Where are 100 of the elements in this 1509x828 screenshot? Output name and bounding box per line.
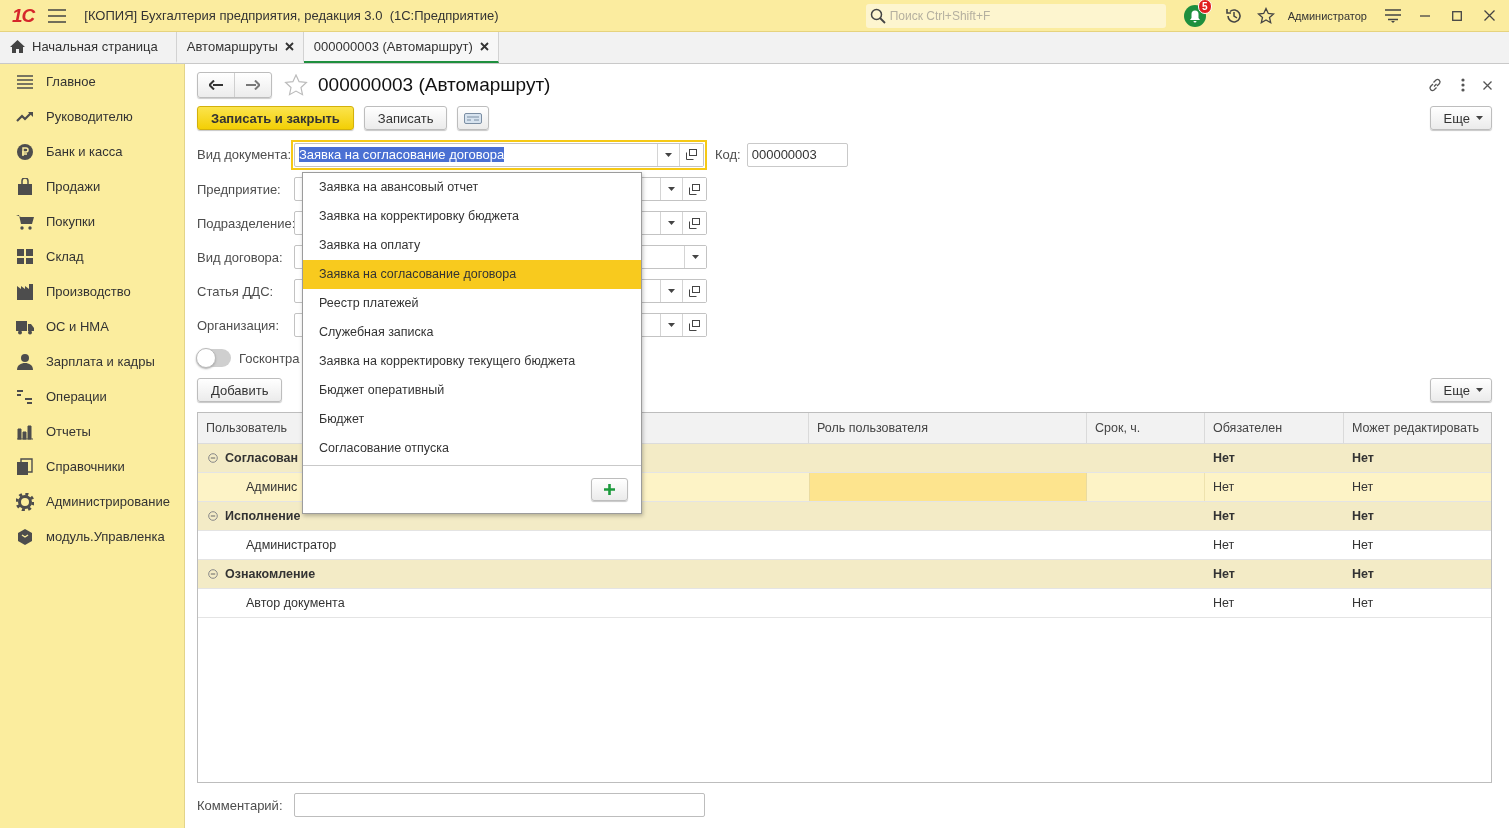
tab-label: 000000003 (Автомаршрут)	[313, 39, 473, 54]
column-header[interactable]: Пользователь	[206, 421, 288, 435]
logo: 1С	[12, 4, 35, 27]
sidebar-item[interactable]: Производство	[46, 284, 131, 299]
table-cell-text: Нет	[1351, 508, 1375, 525]
collapse-icon[interactable]	[208, 569, 218, 579]
bell-icon[interactable]	[1183, 4, 1206, 27]
caret-icon	[692, 255, 699, 259]
open-button[interactable]	[682, 280, 706, 302]
back-arrow-icon[interactable]	[209, 80, 223, 90]
table-cell-text: Нет	[1212, 595, 1236, 612]
dropdown-button[interactable]	[684, 246, 706, 268]
list-item[interactable]: Служебная записка	[303, 317, 641, 347]
coin-icon	[16, 142, 34, 161]
sidebar-item[interactable]: Отчеты	[46, 424, 91, 439]
selected-cell[interactable]	[809, 473, 1087, 501]
sidebar-item[interactable]: Банк и касса	[46, 144, 123, 159]
bag-icon	[16, 177, 34, 196]
tab[interactable]: 000000003 (Автомаршрут)	[303, 32, 499, 63]
column-header[interactable]: Срок, ч.	[1095, 421, 1141, 435]
open-button[interactable]	[679, 143, 703, 166]
close-icon[interactable]	[284, 42, 294, 51]
close-icon[interactable]	[479, 42, 489, 51]
list-item[interactable]: Заявка на согласование договора	[303, 259, 641, 289]
list-item[interactable]: Заявка на оплату	[303, 230, 641, 260]
plus-icon	[604, 483, 615, 495]
close-icon	[1483, 10, 1495, 21]
table-cell-text: Нет	[1212, 537, 1236, 554]
collapse-icon[interactable]	[208, 453, 218, 463]
sidebar-item[interactable]: Склад	[46, 249, 84, 264]
input-field[interactable]: Заявка на согласование договора	[294, 142, 704, 167]
card-button[interactable]	[457, 106, 490, 130]
field-label: Подразделение:	[197, 215, 294, 231]
list-item[interactable]: Бюджет оперативный	[303, 375, 641, 405]
more-button[interactable]: Еще	[1429, 378, 1492, 402]
window-title: [КОПИЯ] Бухгалтерия предприятия, редакция 3.0 (1С:Предприятие)	[84, 8, 499, 23]
bar-chart-icon	[16, 422, 34, 441]
more-icon[interactable]	[1461, 78, 1465, 92]
group-row[interactable]: Ознакомление Нет Нет	[198, 560, 1491, 589]
tab[interactable]: Автомаршруты	[176, 32, 304, 63]
input-field[interactable]: 000000003	[746, 142, 848, 167]
field-label: Вид документа:	[197, 147, 293, 162]
history-icon	[1224, 6, 1243, 25]
sidebar-item[interactable]: Главное	[46, 74, 96, 89]
table-cell-text: Нет	[1351, 566, 1375, 583]
collapse-icon[interactable]	[208, 511, 218, 521]
save-button[interactable]: Записать	[363, 106, 448, 130]
table-cell-text: Нет	[1212, 566, 1236, 583]
menu-icon	[16, 72, 34, 91]
link-icon[interactable]	[1427, 77, 1443, 93]
factory-icon	[16, 282, 34, 301]
toggle-switch[interactable]	[197, 349, 231, 367]
open-icon	[689, 217, 700, 229]
add-button[interactable]	[591, 477, 628, 501]
sidebar-item[interactable]: Операции	[46, 389, 107, 404]
list-item[interactable]: Заявка на авансовый отчет	[303, 172, 641, 202]
sidebar-item[interactable]: ОС и НМА	[46, 319, 109, 334]
minimize-icon	[1420, 14, 1430, 17]
field-label: Код:	[715, 147, 741, 162]
gear-icon	[16, 492, 34, 511]
column-header[interactable]: Обязателен	[1213, 421, 1283, 435]
close-icon[interactable]	[1483, 80, 1492, 90]
open-button[interactable]	[682, 314, 706, 336]
more-button[interactable]: Еще	[1429, 106, 1492, 130]
forward-arrow-icon[interactable]	[246, 80, 260, 90]
sidebar-item[interactable]: Зарплата и кадры	[46, 354, 155, 369]
table-row[interactable]: Автор документа Нет Нет	[198, 589, 1491, 618]
sidebar-item[interactable]: Руководителю	[46, 109, 133, 124]
open-button[interactable]	[682, 178, 706, 200]
field-value: Заявка на согласование договора	[299, 147, 505, 162]
sidebar-item[interactable]: модуль.Управленка	[46, 529, 165, 544]
list-item[interactable]: Бюджет	[303, 404, 641, 434]
sidebar-item[interactable]: Покупки	[46, 214, 95, 229]
sidebar-item[interactable]: Администрирование	[46, 494, 170, 509]
table-cell-text: Нет	[1351, 595, 1375, 612]
column-header[interactable]: Роль пользователя	[817, 421, 928, 435]
caret-icon	[1476, 388, 1483, 392]
add-button[interactable]: Добавить	[197, 378, 283, 402]
tab-label: Начальная страница	[32, 39, 158, 54]
ledger-icon	[16, 387, 34, 406]
cart-icon	[16, 212, 34, 231]
table-cell: Автор документа	[246, 596, 345, 610]
list-item[interactable]: Реестр платежей	[303, 288, 641, 318]
save-and-close-button[interactable]: Записать и закрыть	[197, 106, 354, 130]
star-icon[interactable]	[284, 73, 308, 97]
person-icon	[16, 352, 34, 371]
caret-icon	[668, 187, 675, 191]
column-header[interactable]: Может редактировать	[1352, 421, 1479, 435]
navigation-buttons[interactable]	[197, 72, 272, 98]
tab[interactable]: Начальная страница	[0, 32, 177, 63]
list-item[interactable]: Заявка на корректировку бюджета	[303, 201, 641, 231]
open-icon	[689, 285, 700, 297]
sidebar-item[interactable]: Справочники	[46, 459, 125, 474]
list-item[interactable]: Заявка на корректировку текущего бюджета	[303, 346, 641, 376]
comment-field[interactable]	[294, 793, 705, 817]
open-button[interactable]	[682, 212, 706, 234]
grid-icon	[16, 247, 34, 266]
menu-icon[interactable]	[48, 8, 67, 23]
sidebar-item[interactable]: Продажи	[46, 179, 101, 194]
table-cell-text: Нет	[1351, 537, 1375, 554]
